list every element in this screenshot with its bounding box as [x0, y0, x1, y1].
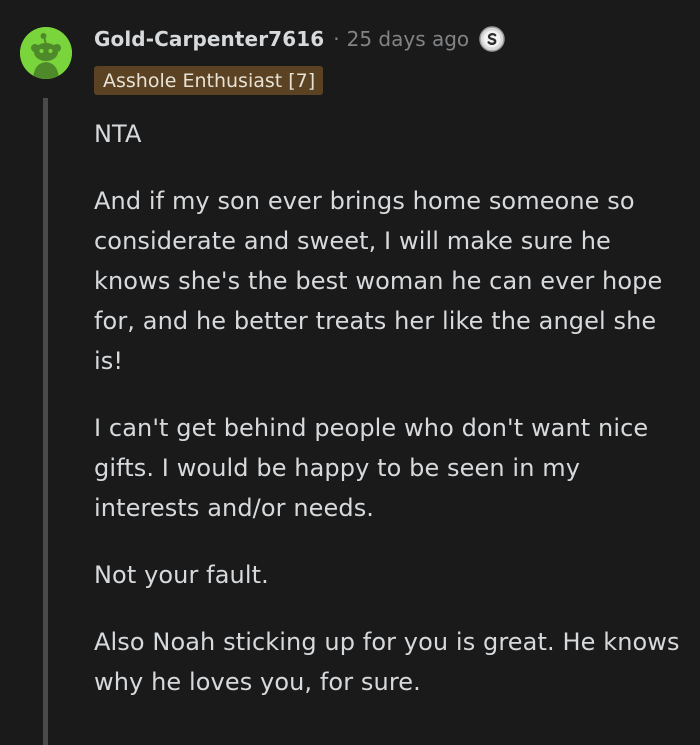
comment-paragraph: And if my son ever brings home someone s…	[94, 187, 663, 375]
comment-body: NTA And if my son ever brings home someo…	[94, 114, 690, 729]
thread-line[interactable]	[43, 98, 48, 745]
meta-separator: ·	[333, 27, 340, 51]
silver-award-icon[interactable]	[479, 26, 505, 52]
comment-header: Gold-Carpenter7616 · 25 days ago	[94, 22, 505, 56]
comment-paragraph: NTA	[94, 120, 142, 148]
comment-paragraph: Not your fault.	[94, 561, 269, 589]
user-flair: Asshole Enthusiast [7]	[94, 66, 324, 95]
timestamp[interactable]: 25 days ago	[347, 27, 470, 51]
comment-paragraph: I can't get behind people who don't want…	[94, 414, 649, 522]
comment-paragraph: Also Noah sticking up for you is great. …	[94, 628, 680, 696]
snoo-avatar-icon[interactable]	[20, 27, 72, 79]
username-link[interactable]: Gold-Carpenter7616	[94, 27, 324, 51]
